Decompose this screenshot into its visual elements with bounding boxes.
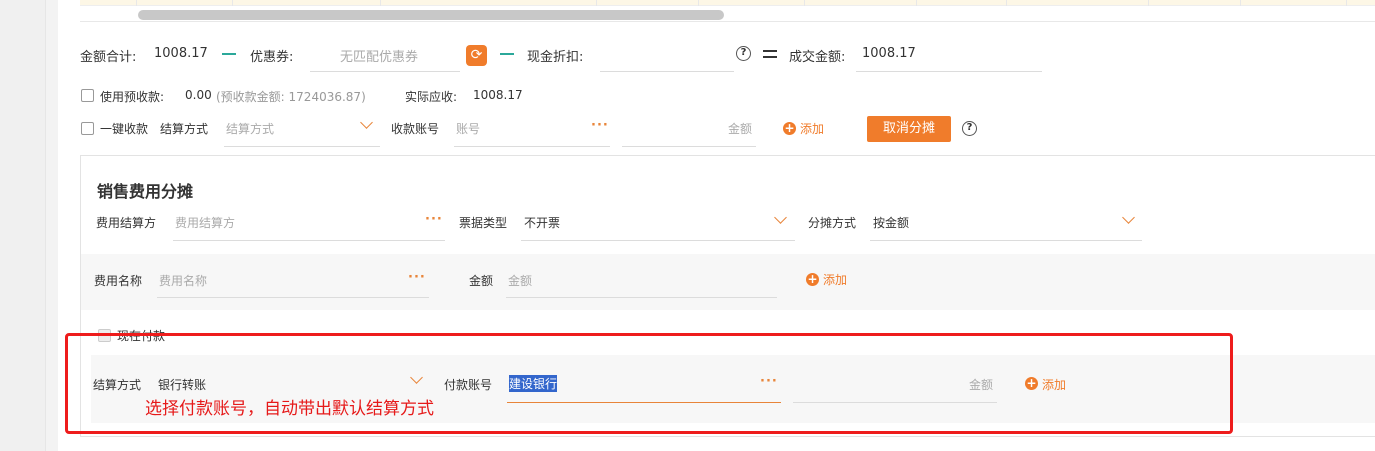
one-click-collect-checkbox[interactable] — [81, 122, 94, 135]
collect-amount-input[interactable]: 金额 — [728, 120, 752, 137]
section-title: 销售费用分摊 — [97, 182, 194, 201]
collect-account-input[interactable]: 账号 — [456, 120, 480, 137]
question-circle-icon[interactable]: ? — [736, 46, 751, 61]
minus-icon — [500, 53, 514, 55]
cash-discount-input[interactable] — [600, 71, 734, 72]
plus-circle-icon[interactable]: + — [783, 122, 796, 135]
deal-value: 1008.17 — [862, 46, 916, 61]
more-dots-icon[interactable]: ··· — [425, 212, 443, 227]
cash-discount-label: 现金折扣: — [527, 50, 584, 65]
more-dots-icon[interactable]: ··· — [591, 118, 609, 133]
fee-name-label: 费用名称 — [94, 274, 143, 288]
prepay-label: 使用预收款: — [100, 90, 165, 104]
equals-icon — [763, 50, 777, 52]
fee-name-input[interactable]: 费用名称 — [159, 272, 207, 289]
total-value: 1008.17 — [154, 46, 208, 61]
fee-amount-label: 金额 — [469, 274, 494, 288]
plus-circle-icon[interactable]: + — [806, 273, 819, 286]
fee-settler-input[interactable]: 费用结算方 — [175, 214, 235, 231]
allocation-method-label: 分摊方式 — [808, 216, 857, 230]
prepay-balance: (预收款金额: 1724036.87) — [216, 90, 366, 104]
fee-row — [81, 254, 1375, 310]
page: 金额合计: 1008.17 优惠券: 无匹配优惠券 ⟳ 现金折扣: ? 成交金额… — [0, 0, 1375, 451]
coupon-label: 优惠券: — [250, 50, 294, 65]
actual-receivable-value: 1008.17 — [473, 88, 523, 102]
coupon-input[interactable]: 无匹配优惠券 — [340, 46, 418, 65]
annotation-note: 选择付款账号，自动带出默认结算方式 — [145, 399, 434, 419]
collect-account-label: 收款账号 — [391, 122, 440, 136]
question-circle-icon[interactable]: ? — [962, 121, 977, 136]
fee-amount-input[interactable]: 金额 — [508, 272, 532, 289]
deal-label: 成交金额: — [789, 50, 846, 65]
left-strip — [0, 0, 46, 451]
invoice-type-label: 票据类型 — [459, 216, 508, 230]
fee-add-link[interactable]: 添加 — [823, 271, 847, 288]
more-dots-icon[interactable]: ··· — [408, 270, 426, 285]
minus-icon — [222, 53, 236, 55]
invoice-type-select[interactable]: 不开票 — [524, 214, 560, 231]
horizontal-scrollbar-thumb[interactable] — [138, 10, 724, 20]
refresh-icon[interactable]: ⟳ — [466, 45, 487, 66]
total-label: 金额合计: — [80, 50, 137, 65]
cancel-allocation-button[interactable]: 取消分摊 — [867, 116, 951, 142]
allocation-method-select[interactable]: 按金额 — [873, 214, 909, 231]
collect-method-label: 结算方式 — [160, 122, 209, 136]
actual-receivable-label: 实际应收: — [405, 90, 458, 104]
collect-method-select[interactable]: 结算方式 — [226, 120, 274, 137]
use-prepay-checkbox[interactable] — [81, 89, 94, 102]
fee-settler-label: 费用结算方 — [96, 216, 157, 230]
prepay-value: 0.00 — [185, 88, 212, 102]
collect-add-link[interactable]: 添加 — [800, 120, 824, 137]
one-click-collect-label: 一键收款 — [100, 122, 149, 136]
